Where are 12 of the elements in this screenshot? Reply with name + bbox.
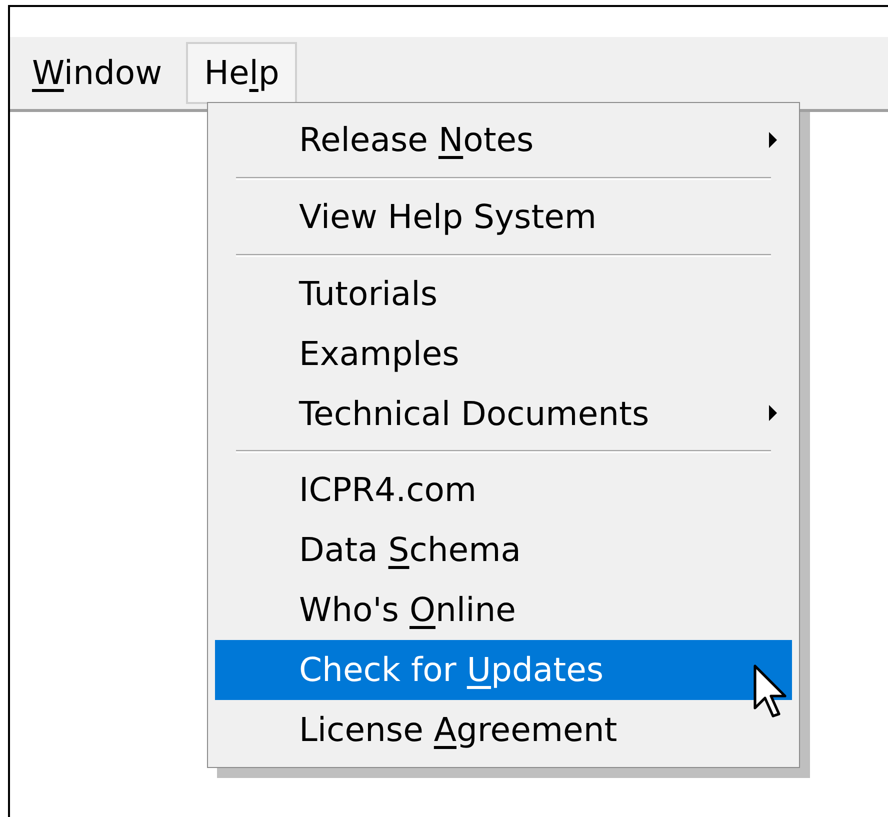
menu-item[interactable]: ICPR4.com [215,460,792,520]
menu-item[interactable]: View Help System [215,186,792,247]
menu-item[interactable]: Tutorials [215,263,792,324]
menu-item[interactable]: Check for Updates [215,640,792,700]
menu-item[interactable]: Examples [215,323,792,384]
menu-item[interactable]: Technical Documents [215,383,792,444]
menu-item[interactable]: Data Schema [215,520,792,580]
menu-item[interactable]: Release Notes [215,110,792,170]
menu-bar-item[interactable]: Help [186,42,298,104]
menu-item[interactable]: Who's Online [215,580,792,640]
menu-bar-item[interactable]: Window [22,42,172,104]
menu-item[interactable]: License Agreement [215,700,792,760]
